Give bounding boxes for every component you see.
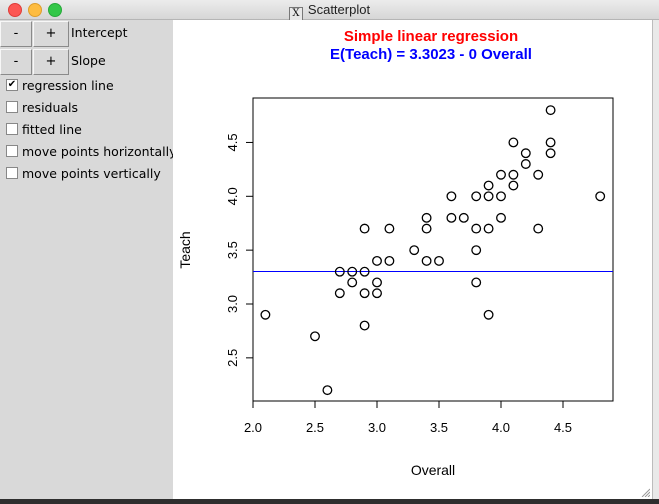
data-point[interactable] xyxy=(496,191,506,202)
checkbox-unchecked-icon[interactable] xyxy=(6,167,18,179)
data-point[interactable] xyxy=(471,191,482,202)
data-point[interactable] xyxy=(372,288,382,299)
data-point[interactable] xyxy=(496,212,506,223)
data-point[interactable] xyxy=(446,212,457,223)
window-title: X Scatterplot xyxy=(0,2,659,21)
checkbox-row-move-points-horizontally[interactable]: move points horizontally xyxy=(6,143,176,159)
chart-title: Simple linear regression xyxy=(344,28,518,45)
checkbox-row-move-points-vertically[interactable]: move points vertically xyxy=(6,165,161,181)
checkbox-label: move points horizontally xyxy=(22,143,177,159)
data-point[interactable] xyxy=(483,309,494,320)
y-tick-label: 4.0 xyxy=(225,187,240,205)
checkbox-label: move points vertically xyxy=(22,165,161,181)
data-point[interactable] xyxy=(359,223,370,234)
scatterplot-svg: Simple linear regression E(Teach) = 3.30… xyxy=(177,28,614,478)
background-window-edge-bottom xyxy=(0,499,659,504)
intercept-increase-button[interactable]: + xyxy=(33,21,69,47)
data-point[interactable] xyxy=(595,191,606,202)
x-tick-label: 4.0 xyxy=(492,420,510,435)
data-point[interactable] xyxy=(359,288,370,299)
window-title-text: Scatterplot xyxy=(307,2,371,17)
y-axis-label: Teach xyxy=(177,231,193,268)
checkbox-unchecked-icon[interactable] xyxy=(6,101,18,113)
data-point[interactable] xyxy=(421,255,432,266)
checkbox-checked-icon[interactable]: ✔ xyxy=(6,79,18,91)
checkbox-row-fitted-line[interactable]: fitted line xyxy=(6,121,82,137)
y-axis: 2.5 3.0 3.5 4.0 4.5 xyxy=(225,133,253,367)
x-axis-label: Overall xyxy=(411,462,455,478)
data-point[interactable] xyxy=(471,245,482,256)
checkbox-label: regression line xyxy=(22,77,114,93)
checkbox-row-residuals[interactable]: residuals xyxy=(6,99,78,115)
data-point[interactable] xyxy=(310,331,320,342)
data-point[interactable] xyxy=(359,320,370,331)
data-point[interactable] xyxy=(533,169,544,180)
x-tick-label: 3.5 xyxy=(430,420,448,435)
checkbox-label: residuals xyxy=(22,99,79,115)
x-tick-label: 3.0 xyxy=(368,420,386,435)
data-points xyxy=(260,105,606,396)
data-point[interactable] xyxy=(384,255,395,266)
data-point[interactable] xyxy=(545,148,556,159)
data-point[interactable] xyxy=(322,385,333,396)
data-point[interactable] xyxy=(520,159,531,169)
checkbox-unchecked-icon[interactable] xyxy=(6,145,18,157)
data-point[interactable] xyxy=(434,255,444,266)
chart-subtitle: E(Teach) = 3.3023 - 0 Overall xyxy=(330,46,532,63)
x-axis: 2.0 2.5 3.0 3.5 4.0 4.5 xyxy=(244,401,572,435)
data-point[interactable] xyxy=(545,105,556,116)
resize-grip-icon[interactable] xyxy=(640,487,650,497)
background-window-edge xyxy=(652,20,659,499)
x11-icon: X xyxy=(288,7,303,21)
y-tick-label: 3.5 xyxy=(225,241,240,259)
data-point[interactable] xyxy=(483,180,494,191)
plot-frame xyxy=(252,97,614,402)
data-point[interactable] xyxy=(483,191,494,202)
data-point[interactable] xyxy=(496,169,506,180)
y-tick-label: 4.5 xyxy=(225,133,240,151)
y-tick-label: 2.5 xyxy=(225,349,240,367)
slope-decrease-button[interactable]: - xyxy=(0,49,32,75)
intercept-decrease-button[interactable]: - xyxy=(0,21,32,47)
data-point[interactable] xyxy=(471,223,482,234)
data-point[interactable] xyxy=(545,137,556,148)
data-point[interactable] xyxy=(483,223,494,234)
slope-increase-button[interactable]: + xyxy=(33,49,69,75)
data-point[interactable] xyxy=(520,148,531,159)
data-point[interactable] xyxy=(372,277,382,288)
control-panel: - + Intercept - + Slope ✔ regression line… xyxy=(0,20,176,499)
checkbox-label: fitted line xyxy=(22,121,82,137)
data-point[interactable] xyxy=(421,212,432,223)
data-point[interactable] xyxy=(458,212,469,223)
data-point[interactable] xyxy=(334,288,345,299)
data-point[interactable] xyxy=(409,245,420,256)
x-tick-label: 4.5 xyxy=(554,420,572,435)
x-tick-label: 2.5 xyxy=(306,420,324,435)
data-point[interactable] xyxy=(372,255,382,266)
x-tick-label: 2.0 xyxy=(244,420,262,435)
data-point[interactable] xyxy=(446,191,457,202)
checkbox-unchecked-icon[interactable] xyxy=(6,123,18,135)
checkbox-row-regression-line[interactable]: ✔ regression line xyxy=(6,77,114,93)
data-point[interactable] xyxy=(384,223,395,234)
plot-canvas: Simple linear regression E(Teach) = 3.30… xyxy=(173,20,652,499)
slope-label: Slope xyxy=(71,53,106,68)
data-point[interactable] xyxy=(347,277,358,288)
y-tick-label: 3.0 xyxy=(225,295,240,313)
window-titlebar: X Scatterplot xyxy=(0,0,659,21)
data-point[interactable] xyxy=(533,223,544,234)
intercept-label: Intercept xyxy=(71,25,128,40)
data-point[interactable] xyxy=(508,180,519,191)
data-point[interactable] xyxy=(421,223,432,234)
data-point[interactable] xyxy=(508,169,519,180)
data-point[interactable] xyxy=(508,137,519,148)
data-point[interactable] xyxy=(260,309,271,320)
data-point[interactable] xyxy=(471,277,482,288)
